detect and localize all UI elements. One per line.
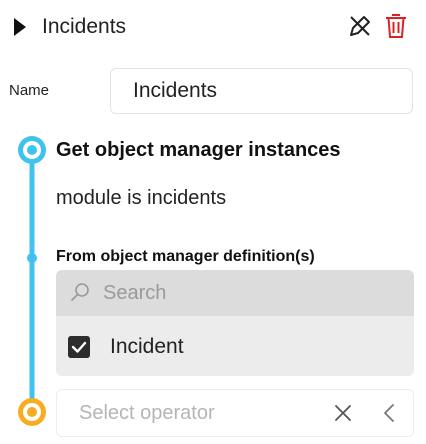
panel-header: Incidents — [0, 0, 426, 54]
pipeline-timeline — [18, 136, 46, 426]
chevron-left-icon[interactable] — [382, 403, 396, 423]
operator-placeholder: Select operator — [79, 402, 215, 424]
select-operator-dropdown[interactable]: Select operator — [56, 389, 414, 437]
start-node-icon — [18, 136, 46, 164]
end-node-icon — [18, 398, 46, 426]
definition-option-incident[interactable]: Incident — [56, 316, 414, 376]
step-description: module is incidents — [56, 187, 227, 209]
search-icon — [71, 283, 89, 301]
sub-step-dot-icon — [27, 253, 37, 263]
clear-icon[interactable] — [334, 404, 352, 422]
edit-off-icon[interactable] — [347, 13, 373, 39]
definitions-title: From object manager definition(s) — [56, 248, 315, 265]
name-input[interactable]: Incidents — [110, 68, 413, 114]
trash-icon[interactable] — [384, 12, 408, 40]
step-title: Get object manager instances — [56, 139, 341, 161]
search-placeholder: Search — [103, 282, 167, 304]
definitions-search-input[interactable]: Search — [56, 270, 414, 316]
option-label: Incident — [110, 335, 184, 358]
checkbox-checked-icon[interactable] — [68, 336, 90, 358]
